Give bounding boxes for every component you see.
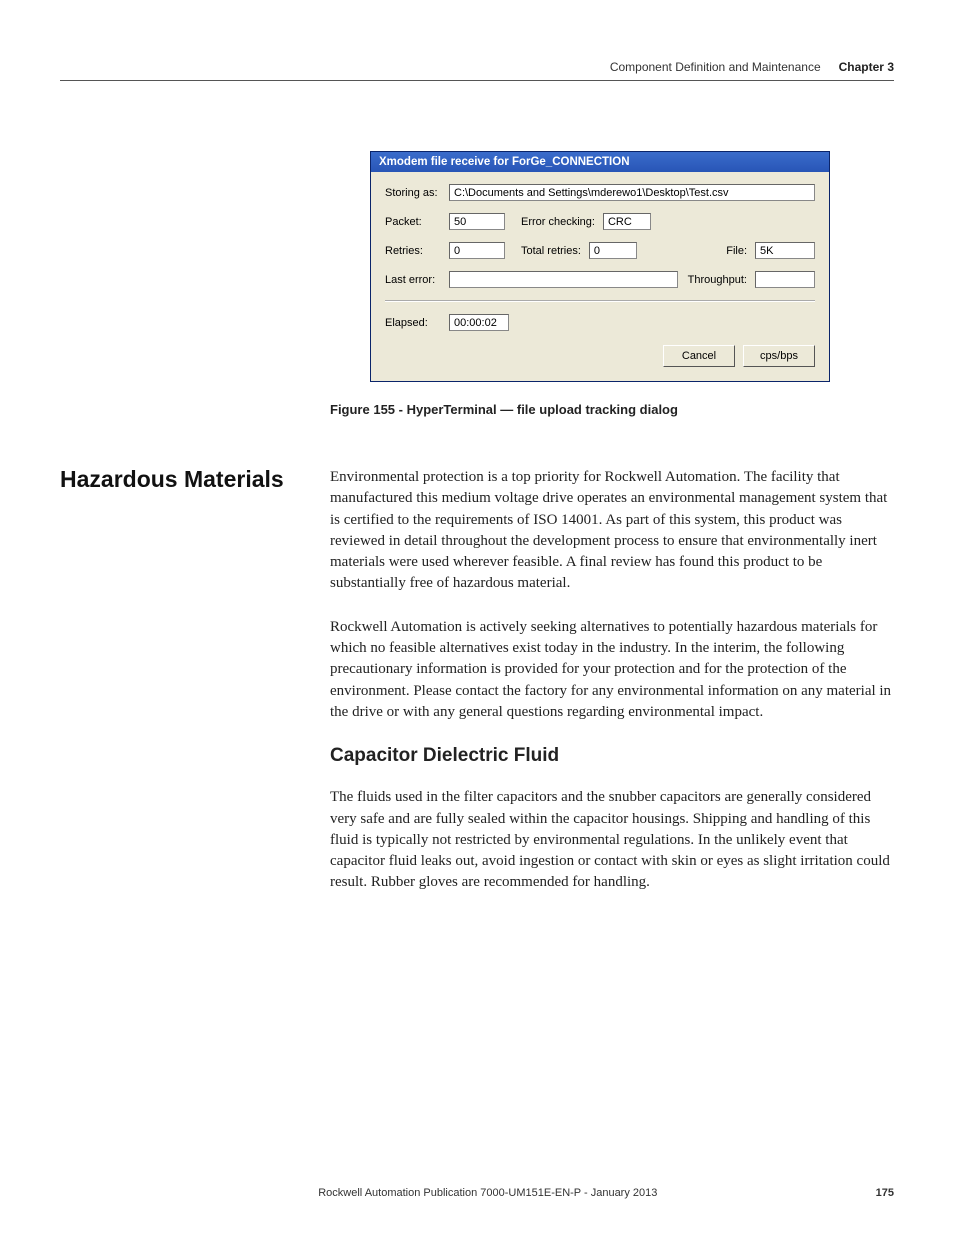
paragraph-3: The fluids used in the filter capacitors… — [330, 787, 894, 893]
row-packet: Packet: 50 Error checking: CRC — [385, 213, 815, 230]
subheading: Capacitor Dielectric Fluid — [330, 745, 894, 767]
last-error-field[interactable] — [449, 271, 678, 288]
row-elapsed: Elapsed: 00:00:02 — [385, 314, 815, 331]
chapter-label: Chapter 3 — [839, 60, 894, 74]
dialog-divider — [385, 300, 815, 302]
last-error-label: Last error: — [385, 274, 443, 286]
dialog-container: Xmodem file receive for ForGe_CONNECTION… — [370, 151, 830, 382]
retries-label: Retries: — [385, 245, 443, 257]
cancel-button[interactable]: Cancel — [663, 345, 735, 367]
paragraph-2: Rockwell Automation is actively seeking … — [330, 617, 894, 723]
publication-info: Rockwell Automation Publication 7000-UM1… — [100, 1187, 876, 1199]
throughput-label: Throughput: — [688, 274, 747, 286]
elapsed-field[interactable]: 00:00:02 — [449, 314, 509, 331]
elapsed-label: Elapsed: — [385, 317, 443, 329]
section-sidehead: Hazardous Materials — [60, 467, 310, 916]
error-checking-label: Error checking: — [521, 216, 595, 228]
cpsbps-button[interactable]: cps/bps — [743, 345, 815, 367]
row-last-error: Last error: Throughput: — [385, 271, 815, 288]
dialog-button-row: Cancel cps/bps — [385, 345, 815, 367]
storing-as-label: Storing as: — [385, 187, 443, 199]
page-number: 175 — [876, 1187, 894, 1199]
page-header: Component Definition and Maintenance Cha… — [60, 60, 894, 81]
content-row: Hazardous Materials Environmental protec… — [60, 467, 894, 916]
dialog-titlebar: Xmodem file receive for ForGe_CONNECTION — [371, 152, 829, 172]
total-retries-label: Total retries: — [521, 245, 581, 257]
packet-label: Packet: — [385, 216, 443, 228]
row-retries: Retries: 0 Total retries: 0 File: 5K — [385, 242, 815, 259]
paragraph-1: Environmental protection is a top priori… — [330, 467, 894, 595]
xmodem-dialog: Xmodem file receive for ForGe_CONNECTION… — [370, 151, 830, 382]
breadcrumb: Component Definition and Maintenance — [610, 60, 821, 74]
storing-as-field[interactable]: C:\Documents and Settings\mderewo1\Deskt… — [449, 184, 815, 201]
dialog-body: Storing as: C:\Documents and Settings\md… — [371, 172, 829, 381]
error-checking-field[interactable]: CRC — [603, 213, 651, 230]
figure-caption: Figure 155 - HyperTerminal — file upload… — [330, 402, 894, 417]
throughput-field[interactable] — [755, 271, 815, 288]
retries-field[interactable]: 0 — [449, 242, 505, 259]
row-storing-as: Storing as: C:\Documents and Settings\md… — [385, 184, 815, 201]
packet-field[interactable]: 50 — [449, 213, 505, 230]
page-footer: Rockwell Automation Publication 7000-UM1… — [60, 1187, 894, 1199]
total-retries-field[interactable]: 0 — [589, 242, 637, 259]
file-label: File: — [726, 245, 747, 257]
file-field[interactable]: 5K — [755, 242, 815, 259]
body-column: Environmental protection is a top priori… — [330, 467, 894, 916]
page: Component Definition and Maintenance Cha… — [0, 0, 954, 1235]
